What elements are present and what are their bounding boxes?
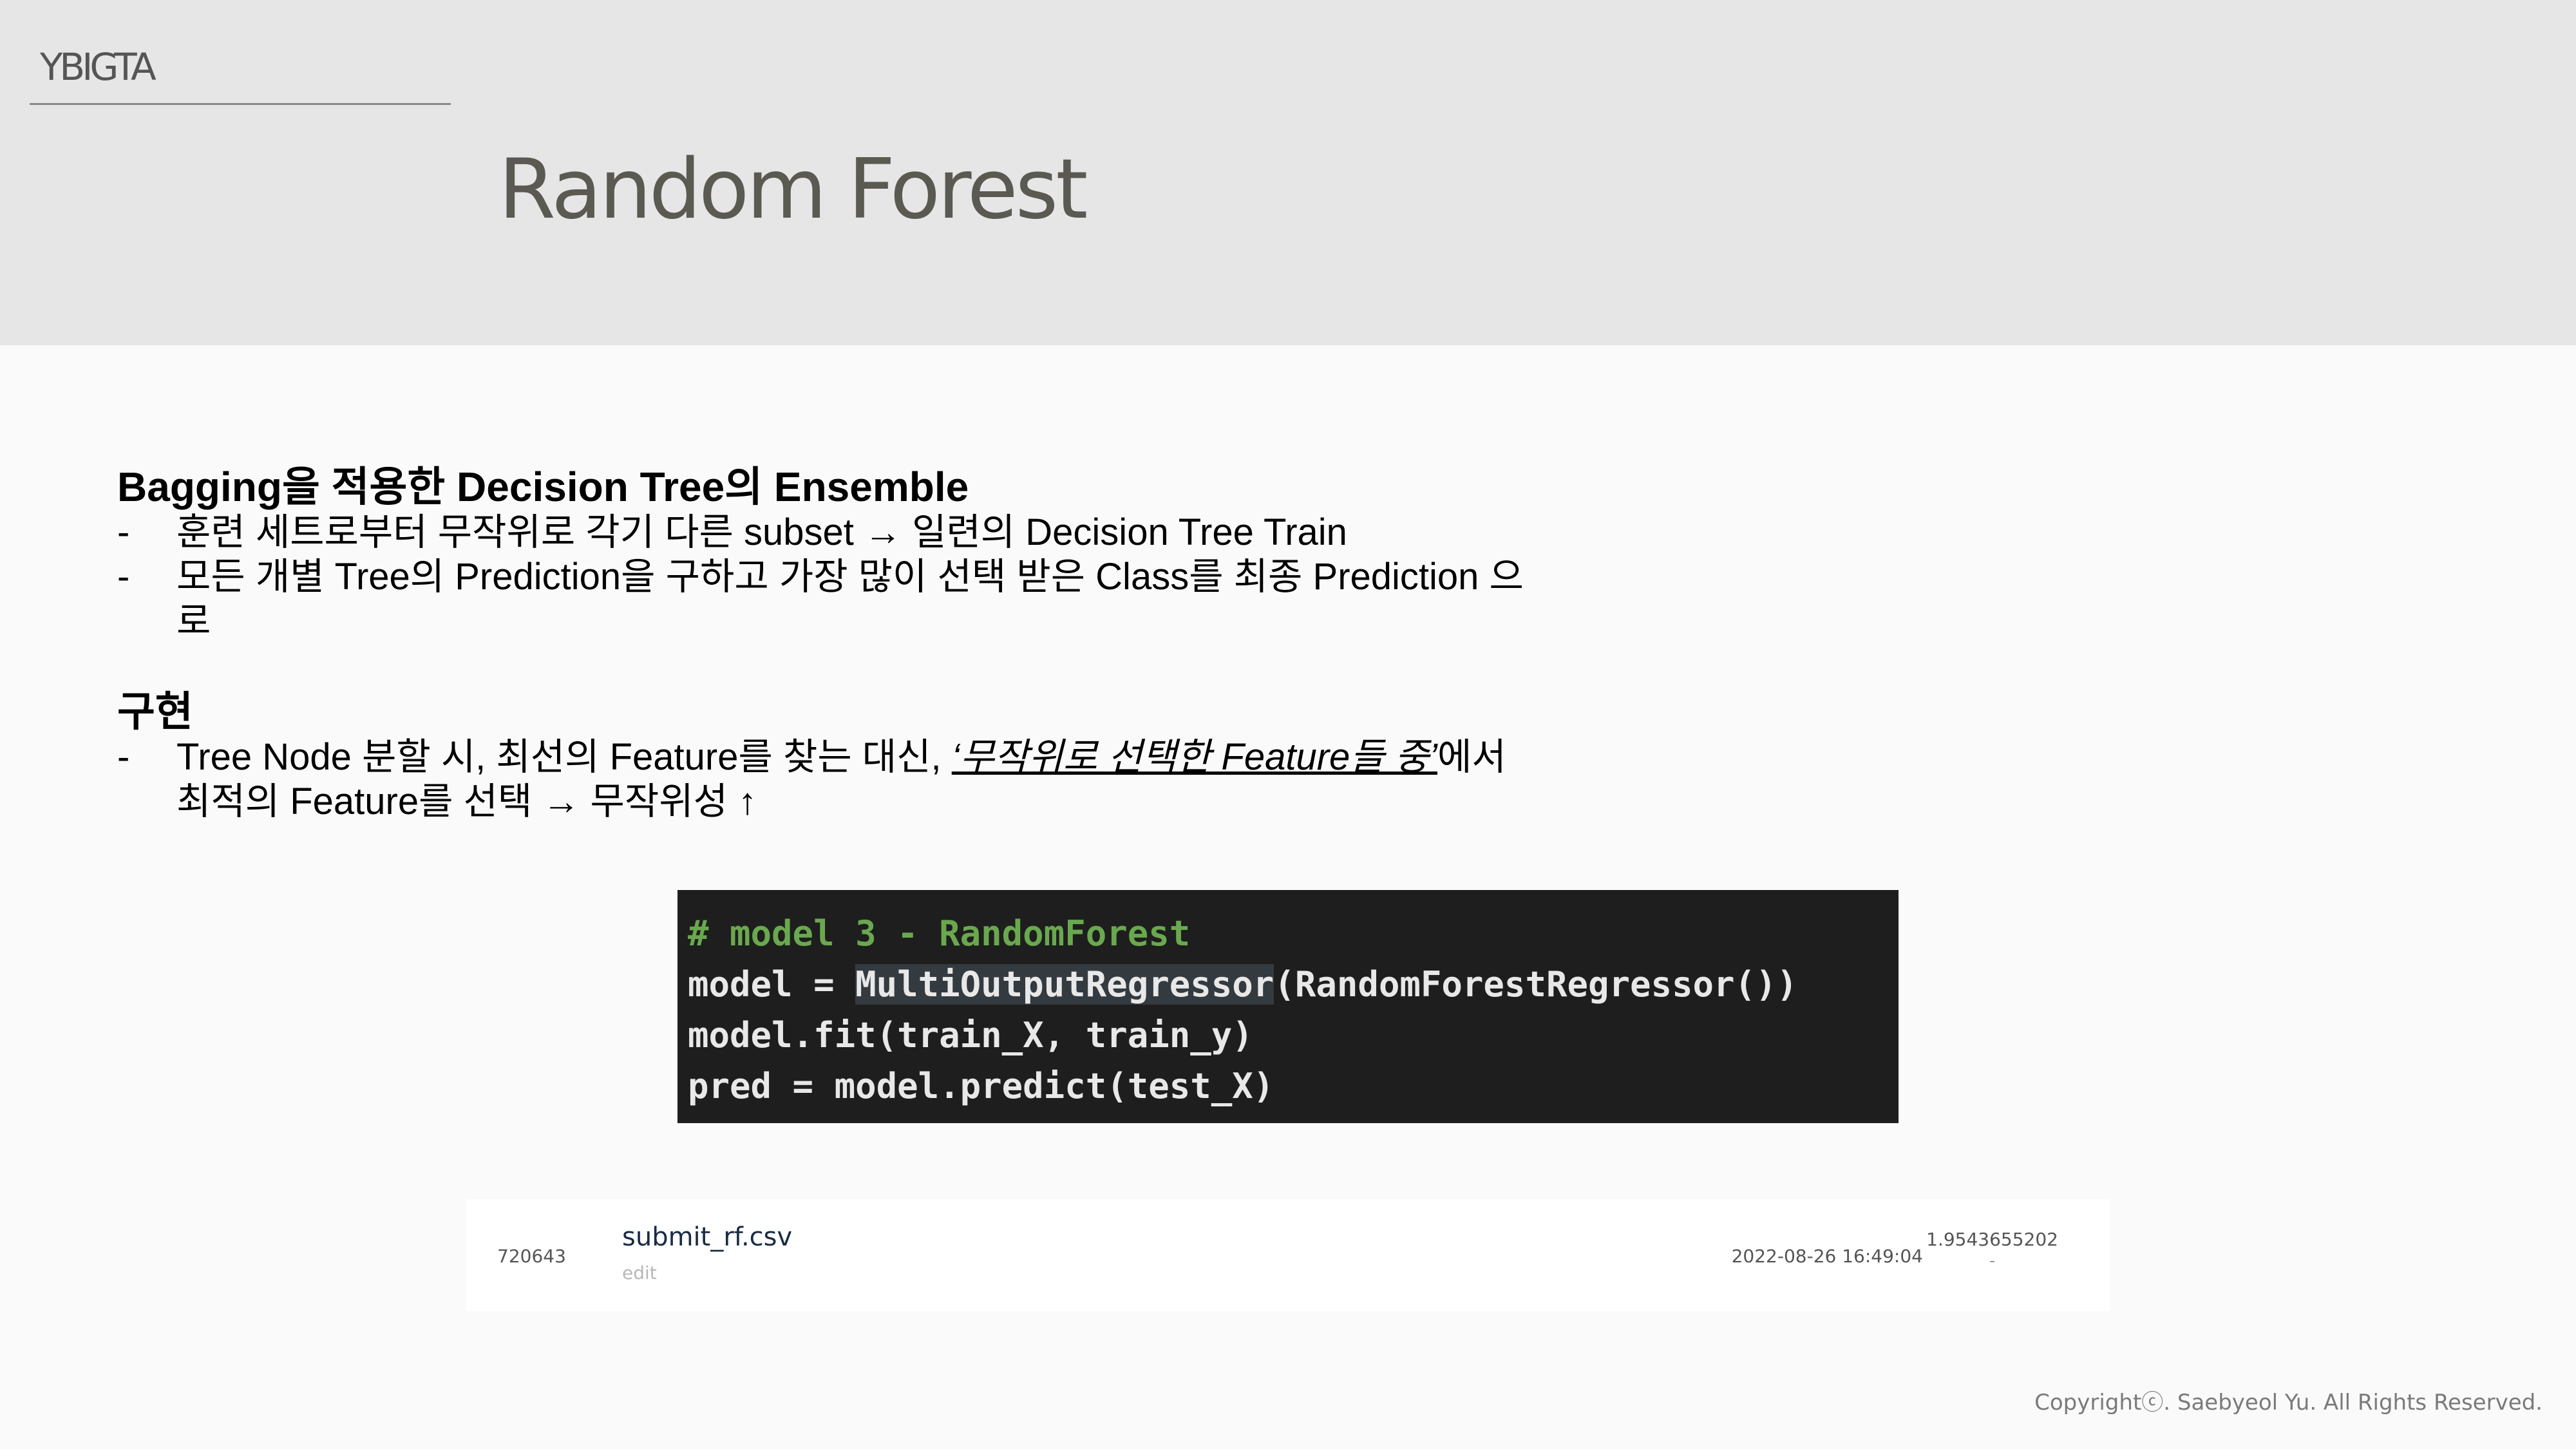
header-band — [0, 0, 2576, 345]
code-highlight: MultiOutputRegressor — [855, 964, 1274, 1005]
submission-edit-link[interactable]: edit — [622, 1262, 657, 1283]
submission-id: 720643 — [497, 1245, 566, 1267]
bullet-text-before: Tree Node 분할 시, 최선의 Feature를 찾는 대신, — [176, 736, 952, 778]
bagging-bullet-2: - 모든 개별 Tree의 Prediction을 구하고 가장 많이 선택 받… — [117, 554, 1534, 643]
bullet-dash: - — [117, 736, 130, 778]
implementation-bullet-1: - Tree Node 분할 시, 최선의 Feature를 찾는 대신, ‘무… — [117, 735, 1534, 824]
bullet-dash: - — [117, 556, 130, 598]
code-comment: # model 3 - RandomForest — [688, 913, 1191, 954]
code-line-2-suffix: (RandomForestRegressor()) — [1274, 964, 1798, 1005]
code-snippet: # model 3 - RandomForest model = MultiOut… — [677, 890, 1899, 1123]
bullet-dash: - — [117, 511, 130, 553]
brand-logo-text: YBIGTA — [40, 45, 156, 89]
code-line-2-prefix: model = — [688, 964, 856, 1005]
page-title: Random Forest — [498, 142, 1088, 238]
section-heading-bagging: Bagging을 적용한 Decision Tree의 Ensemble — [117, 464, 969, 510]
bullet-text: 모든 개별 Tree의 Prediction을 구하고 가장 많이 선택 받은 … — [176, 556, 1524, 642]
bullet-text-emphasis: ‘무작위로 선택한 Feature들 중’ — [951, 736, 1437, 778]
code-line-4: pred = model.predict(test_X) — [688, 1066, 1274, 1106]
bullet-text: 훈련 세트로부터 무작위로 각기 다른 subset → 일련의 Decisio… — [176, 511, 1347, 553]
implementation-bullet-list: - Tree Node 분할 시, 최선의 Feature를 찾는 대신, ‘무… — [117, 735, 1534, 824]
submission-timestamp: 2022-08-26 16:49:04 — [1731, 1245, 1923, 1267]
bagging-bullet-list: - 훈련 세트로부터 무작위로 각기 다른 subset → 일련의 Decis… — [117, 510, 1534, 643]
submission-score: 1.9543655202 - — [1926, 1229, 2058, 1272]
content-body: Bagging을 적용한 Decision Tree의 Ensemble - 훈… — [117, 464, 1534, 824]
code-line-1: # model 3 - RandomForest — [688, 908, 1899, 959]
brand-divider — [30, 103, 451, 105]
code-line-2: model = MultiOutputRegressor(RandomFores… — [688, 959, 1899, 1010]
code-line-3: model.fit(train_X, train_y) — [688, 1015, 1253, 1056]
slide: YBIGTA Random Forest Bagging을 적용한 Decisi… — [0, 0, 2576, 1449]
submission-score-value: 1.9543655202 — [1926, 1229, 2058, 1250]
section-heading-implementation: 구현 — [117, 688, 193, 735]
copyright-notice: Copyrightⓒ. Saebyeol Yu. All Rights Rese… — [2034, 1390, 2543, 1416]
bagging-bullet-1: - 훈련 세트로부터 무작위로 각기 다른 subset → 일련의 Decis… — [117, 510, 1534, 554]
submission-row: 720643 submit_rf.csv edit 2022-08-26 16:… — [466, 1199, 2110, 1311]
submission-filename-link[interactable]: submit_rf.csv — [622, 1222, 792, 1252]
submission-score-secondary: - — [1989, 1251, 1996, 1271]
